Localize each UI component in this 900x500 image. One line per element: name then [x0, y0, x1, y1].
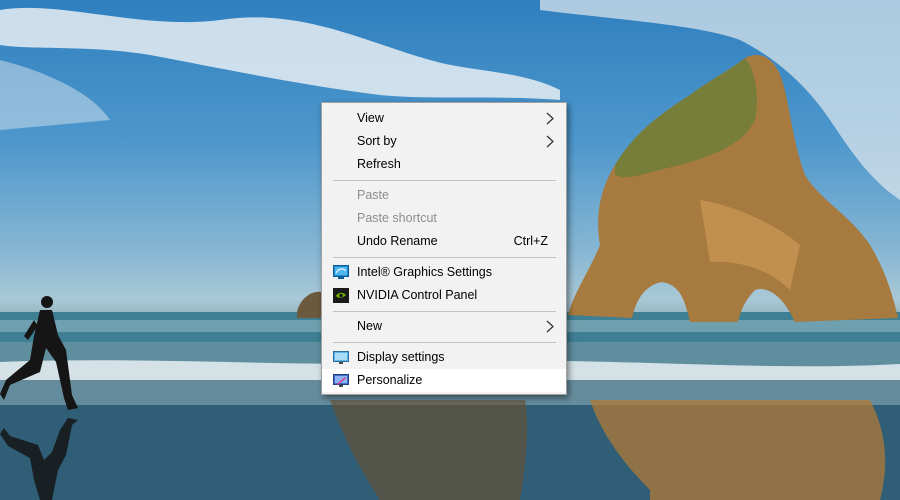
menu-item-label: Paste shortcut — [357, 211, 437, 225]
chevron-right-icon — [546, 320, 554, 333]
menu-item-label: Intel® Graphics Settings — [357, 265, 492, 279]
menu-item-refresh[interactable]: Refresh — [322, 153, 566, 176]
menu-separator — [333, 180, 556, 181]
nvidia-icon — [333, 288, 349, 303]
desktop-context-menu: View Sort by Refresh Paste Paste shortcu… — [321, 102, 567, 395]
personalize-icon — [333, 374, 349, 387]
chevron-right-icon — [546, 135, 554, 148]
menu-separator — [333, 311, 556, 312]
menu-item-label: Personalize — [357, 373, 423, 387]
menu-item-label: New — [357, 319, 383, 333]
menu-item-view[interactable]: View — [322, 107, 566, 130]
menu-item-nvidia-control-panel[interactable]: NVIDIA Control Panel — [322, 284, 566, 307]
menu-item-label: Refresh — [357, 157, 401, 171]
menu-item-display-settings[interactable]: Display settings — [322, 346, 566, 369]
menu-item-label: Sort by — [357, 134, 397, 148]
menu-item-label: Paste — [357, 188, 389, 202]
menu-item-paste: Paste — [322, 184, 566, 207]
menu-item-label: View — [357, 111, 384, 125]
menu-item-label: Undo Rename — [357, 234, 438, 248]
menu-item-paste-shortcut: Paste shortcut — [322, 207, 566, 230]
chevron-right-icon — [546, 112, 554, 125]
menu-separator — [333, 342, 556, 343]
menu-item-sort-by[interactable]: Sort by — [322, 130, 566, 153]
menu-separator — [333, 257, 556, 258]
keyboard-shortcut: Ctrl+Z — [513, 234, 548, 248]
intel-graphics-icon — [333, 265, 349, 279]
menu-item-personalize[interactable]: Personalize — [322, 369, 566, 392]
menu-item-undo-rename[interactable]: Undo Rename Ctrl+Z — [322, 230, 566, 253]
menu-item-intel-graphics-settings[interactable]: Intel® Graphics Settings — [322, 261, 566, 284]
display-settings-icon — [333, 351, 349, 364]
menu-item-label: Display settings — [357, 350, 445, 364]
menu-item-label: NVIDIA Control Panel — [357, 288, 478, 302]
menu-item-new[interactable]: New — [322, 315, 566, 338]
